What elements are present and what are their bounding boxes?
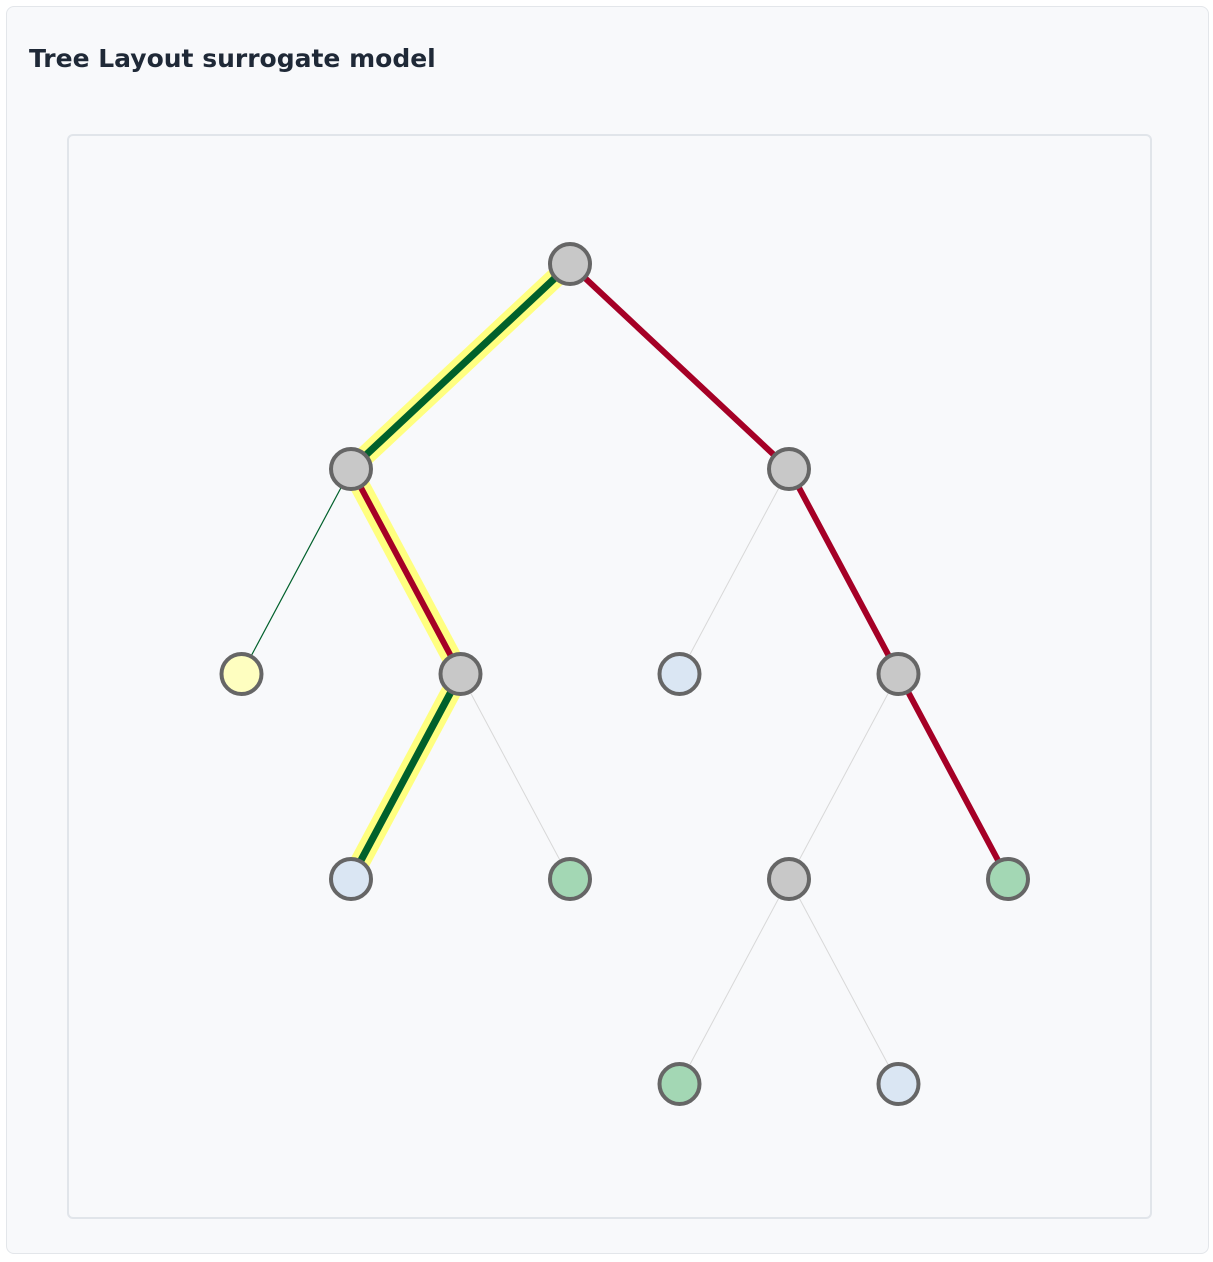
tree-node-n8 <box>548 857 592 901</box>
node-layer <box>219 242 1030 1106</box>
tree-node-n2 <box>767 447 811 491</box>
edge-n1-n4 <box>348 467 464 676</box>
tree-node-n3 <box>219 652 264 696</box>
tree-node-n1 <box>329 447 373 491</box>
edge-n6-n9 <box>788 673 899 880</box>
edge-n6-n10 <box>895 672 1011 881</box>
tree-node-n5 <box>657 652 702 696</box>
edge-n9-n12 <box>788 878 899 1085</box>
tree-node-n7 <box>329 857 373 901</box>
highlight-layer <box>342 256 577 884</box>
edge-n2-n6 <box>786 467 902 676</box>
edge-n9-n11 <box>679 878 790 1085</box>
tree-diagram <box>219 242 1030 1106</box>
edge-n0-n1 <box>348 261 573 472</box>
tree-node-n4 <box>438 652 483 696</box>
edge-n0-n2 <box>567 261 792 472</box>
edge-n4-n8 <box>460 673 571 880</box>
edge-n4-n7 <box>347 672 464 881</box>
edge-n1-n3 <box>240 468 352 675</box>
tree-node-n0 <box>548 242 592 286</box>
tree-node-n12 <box>876 1062 921 1106</box>
tree-node-n10 <box>986 857 1030 901</box>
tree-node-n6 <box>876 652 921 696</box>
tree-node-n11 <box>657 1062 702 1106</box>
tree-node-n9 <box>767 857 811 901</box>
edge-n2-n5 <box>679 468 790 675</box>
